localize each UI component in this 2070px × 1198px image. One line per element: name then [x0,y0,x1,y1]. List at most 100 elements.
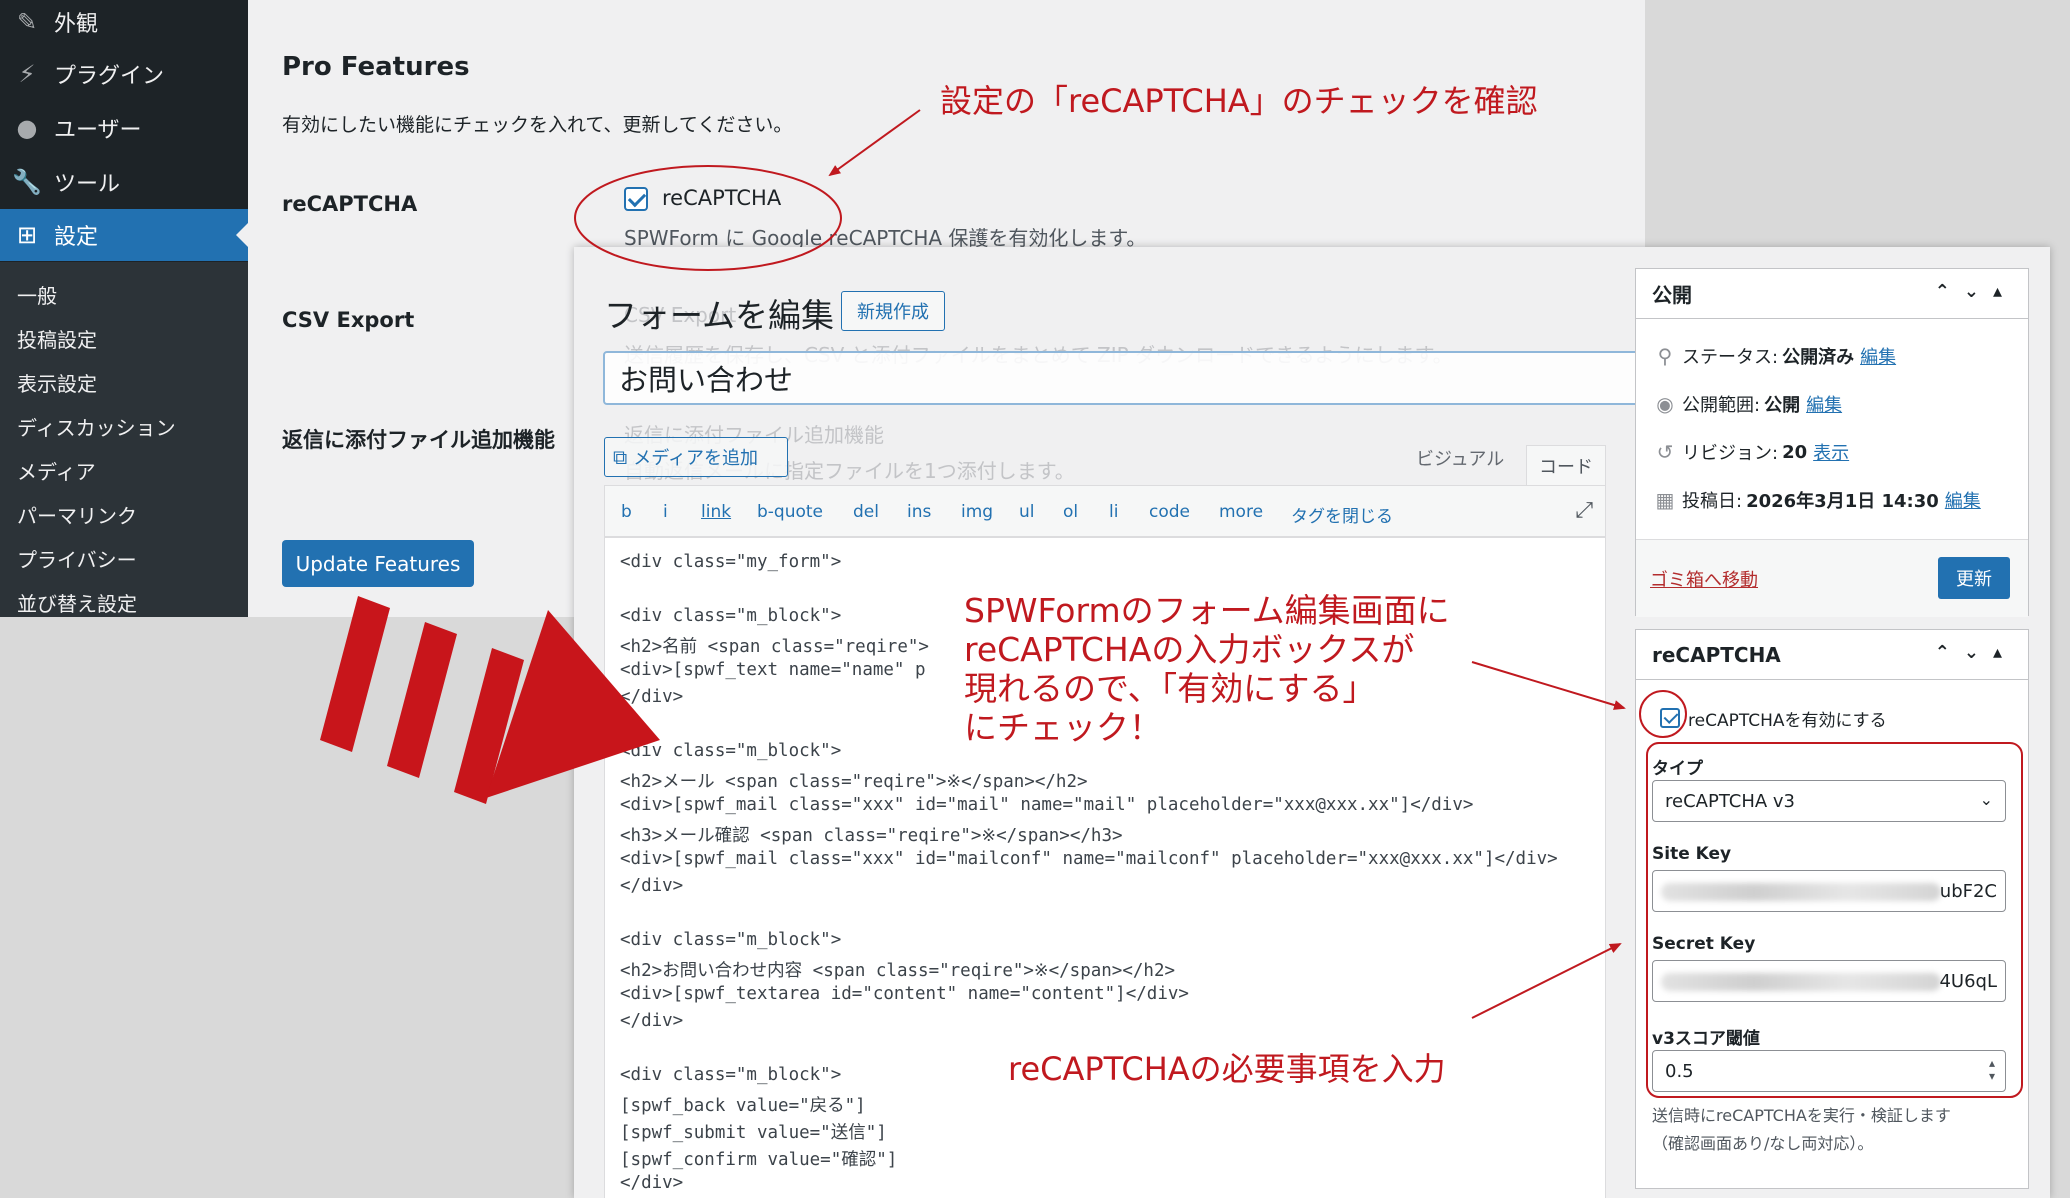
site-key-label: Site Key [1652,844,1732,864]
qt-ul[interactable]: ul [1019,502,1035,522]
form-title-value: お問い合わせ [619,363,794,397]
annotation-top-text: 設定の「reCAPTCHA」のチェックを確認 [940,82,1538,120]
qt-img[interactable]: img [961,502,993,522]
submenu-item-reading[interactable]: 表示設定 [17,368,97,397]
recaptcha-feature-checkbox[interactable] [624,187,648,211]
qt-link[interactable]: link [701,502,731,522]
publish-status-row: ⚲ ステータス: 公開済み 編集 [1648,343,1896,369]
stepper-arrows-icon[interactable]: ▴ ▾ [1989,1057,1995,1083]
code-line: <h2>名前 <span class="reqire"> [620,637,929,657]
visibility-label: 公開範囲: [1682,395,1761,416]
qt-del[interactable]: del [853,502,879,522]
submenu-item-discussion[interactable]: ディスカッション [17,412,176,441]
site-key-input[interactable]: ubF2C [1652,870,2006,912]
secret-key-visible-tail: 4U6qL [1939,971,1997,992]
date-label: 投稿日: [1682,491,1743,512]
qt-close-tags[interactable]: タグを閉じる [1291,502,1393,527]
submenu-item-media[interactable]: メディア [17,456,96,485]
publish-box: 公開 ⌃⌄▴ ⚲ ステータス: 公開済み 編集 ◉ 公開範囲: 公開 編集 ↺ … [1635,268,2029,617]
fullscreen-icon[interactable]: ⤢ [1575,498,1593,523]
submenu-item-sort-order[interactable]: 並び替え設定 [17,588,137,617]
new-form-button[interactable]: 新規作成 [841,291,945,331]
sidebar-item-tools[interactable]: 🔧 ツール [0,156,248,208]
add-media-button[interactable]: ⧉ メディアを追加 [604,437,788,477]
visibility-edit-link[interactable]: 編集 [1806,391,1842,417]
recaptcha-feature-check-label[interactable]: reCAPTCHA [662,186,781,210]
code-line: </div> [620,1173,684,1193]
annotation-bottom-text: reCAPTCHAの必要事項を入力 [1008,1050,1446,1088]
plugin-icon: ⚡ [18,60,36,88]
recaptcha-enable-label[interactable]: reCAPTCHAを有効にする [1688,706,1887,731]
history-icon: ↺ [1656,440,1674,464]
status-edit-link[interactable]: 編集 [1860,343,1896,369]
user-icon: ● [16,114,38,142]
feature-label-csv-export: CSV Export [282,308,415,332]
recaptcha-box-title: reCAPTCHA [1652,642,1781,667]
code-line: <div>[spwf_textarea id="content" name="c… [620,984,1189,1004]
qt-li[interactable]: li [1109,502,1118,522]
update-button[interactable]: 更新 [1938,557,2010,599]
publish-date-row: ▦ 投稿日: 2026年3月1日 14:30 編集 [1648,487,1981,513]
status-label: ステータス: [1682,347,1779,368]
date-edit-link[interactable]: 編集 [1945,487,1981,513]
recaptcha-enable-checkbox[interactable] [1660,708,1680,728]
sidebar-item-users[interactable]: ● ユーザー [0,102,248,154]
page-title: Pro Features [282,52,470,82]
code-line: </div> [620,687,684,707]
code-line: [spwf_back value="戻る"] [620,1096,866,1116]
redacted-value [1661,973,1941,991]
box-order-arrows-icon[interactable]: ⌃⌄▴ [1935,281,2016,302]
code-line: <h2>メール <span class="reqire">※</span></h… [620,772,1088,792]
code-line: <h2>お問い合わせ内容 <span class="reqire">※</spa… [620,961,1176,981]
chevron-down-icon: ⌄ [1979,790,1993,809]
qt-ins[interactable]: ins [907,502,931,522]
calendar-icon: ▦ [1655,488,1675,512]
sidebar-item-plugins[interactable]: ⚡ プラグイン [0,48,248,100]
submenu-item-general[interactable]: 一般 [17,280,57,309]
qt-italic[interactable]: i [663,502,668,522]
qt-ol[interactable]: ol [1063,502,1078,522]
qt-blockquote[interactable]: b-quote [757,502,823,522]
submenu-item-writing[interactable]: 投稿設定 [17,324,97,353]
code-line: <div>[spwf_mail class="xxx" id="mailconf… [620,849,1558,869]
publish-revision-row: ↺ リビジョン: 20 表示 [1648,439,1850,465]
settings-icon: ⊞ [16,221,38,249]
editor-heading: フォームを編集 [604,296,835,335]
date-value: 2026年3月1日 14:30 [1746,491,1939,512]
recaptcha-help-line-1: 送信時にreCAPTCHAを実行・検証します [1652,1106,1951,1125]
pin-icon: ⚲ [1657,344,1673,368]
code-line: <div class="m_block"> [620,606,842,626]
publish-box-header: 公開 ⌃⌄▴ [1636,269,2028,319]
move-to-trash-link[interactable]: ゴミ箱へ移動 [1650,566,1758,592]
code-line: <div>[spwf_mail class="xxx" id="mail" na… [620,795,1474,815]
publish-box-title: 公開 [1652,283,1692,307]
secret-key-label: Secret Key [1652,934,1756,954]
qt-code[interactable]: code [1149,502,1190,522]
revision-view-link[interactable]: 表示 [1813,439,1849,465]
redacted-value [1661,883,1941,901]
qt-bold[interactable]: b [621,502,632,522]
form-title-input[interactable]: お問い合わせ [603,351,1720,405]
recaptcha-type-select[interactable]: reCAPTCHA v3 ⌄ [1652,780,2006,822]
submenu-item-permalinks[interactable]: パーマリンク [17,500,137,529]
quicktags-toolbar: b i link b-quote del ins img ul ol li co… [604,485,1606,537]
qt-more[interactable]: more [1219,502,1263,522]
media-icon: ⧉ [613,445,628,469]
sidebar-item-appearance[interactable]: ✎ 外観 [0,0,248,48]
tab-visual[interactable]: ビジュアル [1416,445,1504,471]
brush-icon: ✎ [16,8,38,36]
tab-code[interactable]: コード [1526,445,1606,485]
secret-key-input[interactable]: 4U6qL [1652,960,2006,1002]
sidebar-item-settings[interactable]: ⊞ 設定 [0,209,248,261]
code-line: <div class="m_block"> [620,1065,842,1085]
update-features-button[interactable]: Update Features [282,540,474,587]
threshold-value: 0.5 [1665,1060,1694,1082]
threshold-input[interactable]: 0.5 ▴ ▾ [1652,1050,2006,1092]
eye-icon: ◉ [1656,392,1674,416]
type-label: タイプ [1652,759,1703,779]
box-order-arrows-icon[interactable]: ⌃⌄▴ [1935,642,2016,663]
feature-label-recaptcha: reCAPTCHA [282,192,418,216]
revision-label: リビジョン: [1682,443,1779,464]
publish-actions: ゴミ箱へ移動 更新 [1636,539,2028,617]
submenu-item-privacy[interactable]: プライバシー [17,544,137,573]
